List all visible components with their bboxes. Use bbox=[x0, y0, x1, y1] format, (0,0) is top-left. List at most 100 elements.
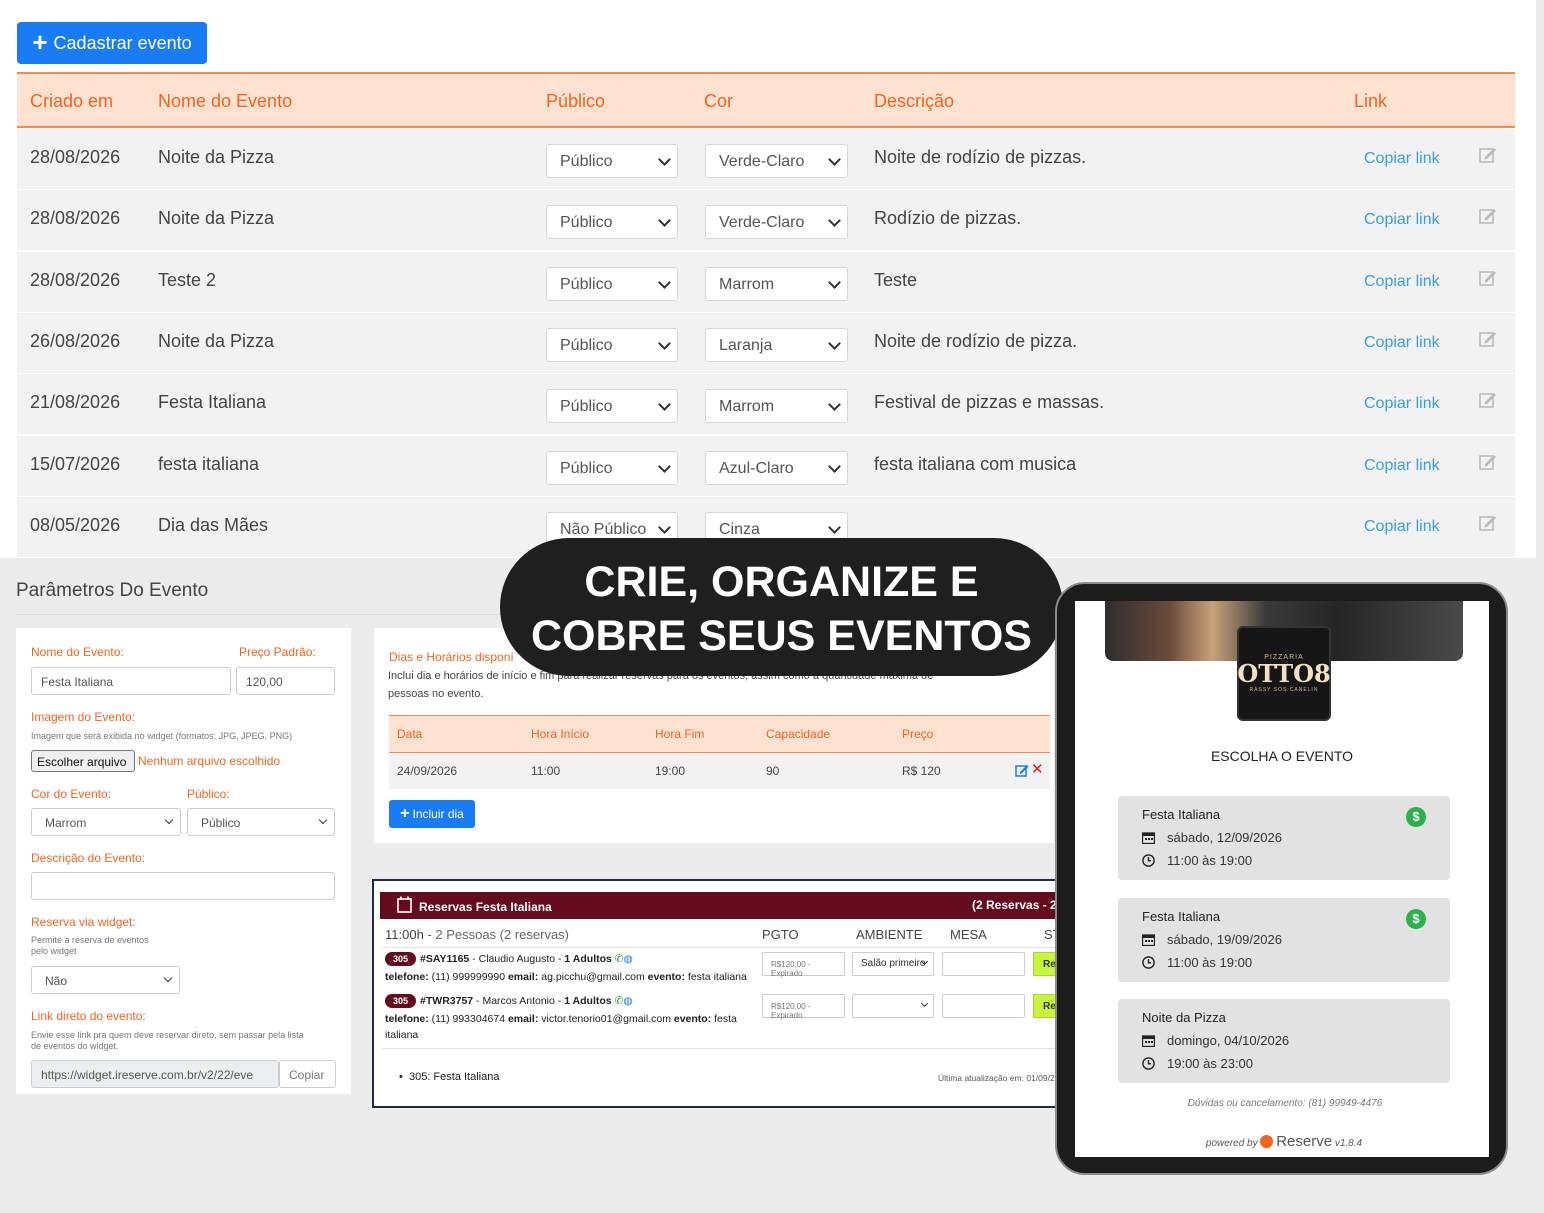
reservation-line: 305 #TWR3757 - Marcos Antonio - 1 Adultos… bbox=[385, 994, 633, 1008]
new-event-button[interactable]: + Cadastrar evento bbox=[17, 22, 207, 64]
copy-link[interactable]: Copiar link bbox=[1364, 457, 1440, 475]
public-select[interactable]: Público bbox=[546, 144, 678, 178]
edit-icon[interactable] bbox=[1015, 764, 1029, 777]
col-name[interactable]: Nome do Evento bbox=[158, 91, 292, 112]
copy-link[interactable]: Copiar link bbox=[1364, 211, 1440, 229]
payment-field[interactable]: R$120,00 - Expirado bbox=[762, 994, 845, 1020]
ambient-select[interactable] bbox=[852, 994, 934, 1018]
version: v1.8.4 bbox=[1334, 1138, 1363, 1149]
public-select-value: Público bbox=[560, 459, 613, 477]
table-row: 24/09/2026 11:00 19:00 90 R$ 120 ✕ bbox=[389, 753, 1050, 789]
event-name: Dia das Mães bbox=[158, 514, 269, 535]
add-day-label: Incluir dia bbox=[412, 807, 464, 821]
edit-icon[interactable] bbox=[1479, 391, 1497, 409]
event-card[interactable]: Festa Italiana sábado, 19/09/2026 11:00 … bbox=[1118, 898, 1450, 982]
color-select[interactable]: Marrom bbox=[31, 808, 181, 836]
event-card-date: sábado, 12/09/2026 bbox=[1142, 830, 1282, 845]
public-select-value: Público bbox=[560, 275, 613, 293]
color-select[interactable]: Verde-Claro bbox=[705, 205, 848, 240]
add-day-button[interactable]: + Incluir dia bbox=[389, 800, 475, 828]
created-date: 08/05/2026 bbox=[30, 514, 121, 535]
calendar-icon bbox=[1142, 832, 1155, 844]
price-input[interactable]: 120,00 bbox=[236, 667, 335, 695]
footer-item: • 305: Festa Italiana bbox=[399, 1071, 500, 1083]
public-select[interactable]: Público bbox=[546, 327, 678, 362]
day-start: 11:00 bbox=[531, 764, 561, 778]
color-select[interactable]: Laranja bbox=[705, 327, 848, 362]
copy-link-button[interactable]: Copiar bbox=[279, 1060, 336, 1088]
brand-name: Reserve bbox=[1276, 1133, 1333, 1150]
event-name: Noite da Pizza bbox=[158, 147, 275, 167]
color-select[interactable]: Marrom bbox=[705, 389, 848, 424]
reserve-logo-icon bbox=[1260, 1135, 1274, 1148]
color-select[interactable]: Marrom bbox=[705, 266, 848, 301]
edit-icon[interactable] bbox=[1479, 330, 1497, 348]
copy-link[interactable]: Copiar link bbox=[1364, 334, 1440, 352]
delete-icon[interactable]: ✕ bbox=[1031, 760, 1044, 778]
event-card[interactable]: Festa Italiana sábado, 12/09/2026 11:00 … bbox=[1118, 796, 1450, 880]
created-date: 21/08/2026 bbox=[30, 392, 121, 413]
event-card[interactable]: Noite da Pizza domingo, 04/10/2026 19:00… bbox=[1118, 999, 1450, 1083]
description-input[interactable] bbox=[31, 872, 335, 900]
public-select[interactable]: Público bbox=[546, 389, 678, 424]
widget-label: Reserva via widget: bbox=[31, 915, 136, 929]
event-description: Rodízio de pizzas. bbox=[874, 208, 1022, 229]
price-label: Preço Padrão: bbox=[239, 645, 316, 659]
copy-link[interactable]: Copiar link bbox=[1364, 395, 1440, 413]
color-select[interactable]: Azul-Claro bbox=[705, 450, 848, 485]
public-select[interactable]: Público bbox=[546, 205, 678, 240]
days-title: Dias e Horários disponí bbox=[389, 650, 514, 664]
table-input[interactable] bbox=[942, 994, 1025, 1018]
event-description: Noite de rodízio de pizzas. bbox=[874, 147, 1087, 167]
public-select[interactable]: Público bbox=[187, 808, 335, 836]
col-description[interactable]: Descrição bbox=[874, 91, 954, 112]
color-select-value: Azul-Claro bbox=[719, 459, 794, 477]
phone-label: telefone: bbox=[385, 1013, 429, 1025]
reservations-title: Reservas Festa Italiana bbox=[419, 900, 552, 914]
reservation-code: #TWR3757 bbox=[420, 995, 474, 1007]
calendar-icon bbox=[397, 896, 412, 913]
table-input[interactable] bbox=[942, 952, 1025, 976]
group-time: 11:00h - 2 Pessoas (2 reservas) bbox=[385, 927, 569, 942]
col-created[interactable]: Criado em bbox=[30, 91, 113, 112]
copy-link[interactable]: Copiar link bbox=[1364, 150, 1440, 168]
edit-icon[interactable] bbox=[1479, 146, 1497, 164]
chevron-down-icon bbox=[318, 815, 328, 825]
chevron-down-icon bbox=[658, 398, 671, 412]
created-date: 28/08/2026 bbox=[30, 147, 121, 167]
new-event-label: Cadastrar evento bbox=[53, 32, 192, 53]
color-select-value: Marrom bbox=[719, 398, 775, 416]
edit-icon[interactable] bbox=[1479, 514, 1497, 532]
widget-select[interactable]: Não bbox=[31, 966, 180, 994]
event-description: Teste bbox=[874, 269, 918, 290]
event-description: festa italiana com musica bbox=[874, 453, 1077, 474]
direct-link-input[interactable]: https://widget.ireserve.com.br/v2/22/eve bbox=[31, 1060, 279, 1088]
copy-link[interactable]: Copiar link bbox=[1364, 518, 1440, 536]
color-select-value: Marrom bbox=[719, 275, 775, 293]
table-badge: 305 bbox=[385, 952, 417, 966]
reservation-contact: telefone: (11) 993304674 email: victor.t… bbox=[385, 1013, 737, 1025]
public-select-value: Público bbox=[201, 816, 241, 830]
payment-field[interactable]: R$120,00 - Expirado bbox=[762, 952, 845, 978]
direct-link-hint: Envie esse link pra quem deve reservar d… bbox=[31, 1030, 304, 1040]
day-date: 24/09/2026 bbox=[397, 764, 458, 778]
edit-icon[interactable] bbox=[1479, 453, 1497, 471]
color-select[interactable]: Verde-Claro bbox=[705, 144, 848, 178]
edit-icon[interactable] bbox=[1479, 269, 1497, 287]
edit-icon[interactable] bbox=[1479, 207, 1497, 225]
choose-file-button[interactable]: Escolher arquivo bbox=[31, 750, 135, 772]
day-capacity: 90 bbox=[766, 764, 780, 778]
copy-link[interactable]: Copiar link bbox=[1364, 273, 1440, 291]
col-public[interactable]: Público bbox=[546, 91, 605, 112]
events-table-header: Criado em Nome do Evento Público Cor Des… bbox=[17, 72, 1515, 128]
event-date: domingo, 04/10/2026 bbox=[1167, 1033, 1290, 1048]
direct-link-hint: de eventos do widget. bbox=[31, 1041, 119, 1051]
public-select[interactable]: Público bbox=[546, 266, 678, 301]
email: victor.tenorio01@gmail.com bbox=[538, 1013, 674, 1025]
public-select[interactable]: Público bbox=[546, 450, 678, 485]
col-color[interactable]: Cor bbox=[704, 91, 733, 112]
clock-icon bbox=[1142, 956, 1155, 969]
color-select-value: Cinza bbox=[719, 520, 760, 538]
ambient-select[interactable]: Salão primeiro bbox=[852, 952, 934, 976]
event-name-input[interactable]: Festa Italiana bbox=[31, 667, 231, 695]
